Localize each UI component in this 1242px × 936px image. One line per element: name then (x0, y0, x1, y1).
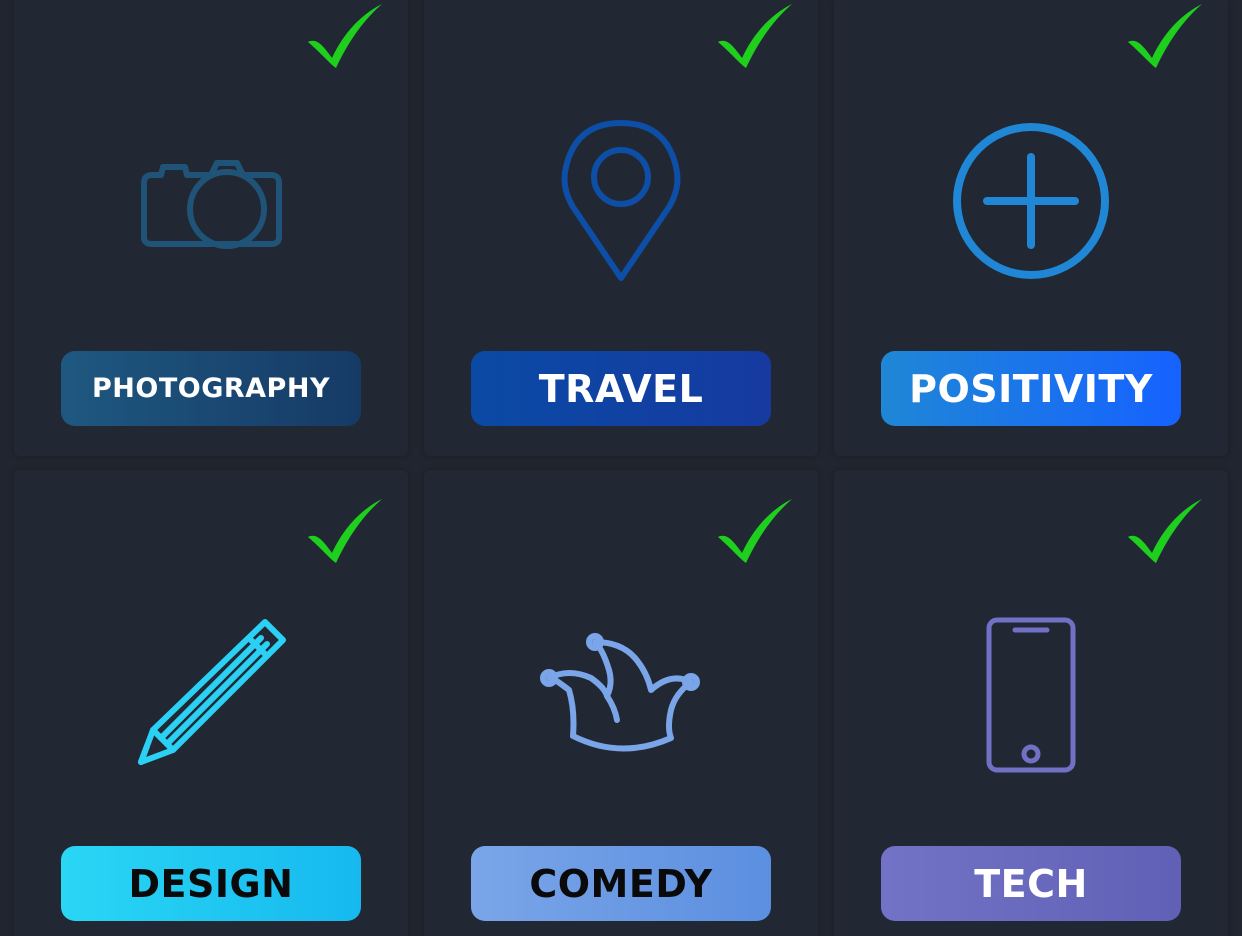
checkmark-icon (308, 4, 382, 68)
camera-icon (141, 160, 282, 249)
category-card-photography[interactable]: PHOTOGRAPHY (14, 0, 408, 456)
category-card-comedy[interactable]: COMEDY (424, 470, 818, 936)
category-label: TECH (881, 846, 1181, 921)
category-grid: PHOTOGRAPHY TRAVEL POSITIVITY DESIGN COM… (0, 0, 1242, 936)
checkmark-icon (308, 499, 382, 563)
pencil-icon (138, 619, 286, 765)
checkmark-icon (1128, 499, 1202, 563)
category-card-travel[interactable]: TRAVEL (424, 0, 818, 456)
category-label: POSITIVITY (881, 351, 1181, 426)
category-label: TRAVEL (471, 351, 771, 426)
map-pin-icon (561, 120, 681, 281)
category-card-tech[interactable]: TECH (834, 470, 1228, 936)
category-label: PHOTOGRAPHY (61, 351, 361, 426)
checkmark-icon (718, 4, 792, 68)
smartphone-icon (986, 617, 1076, 773)
category-label: COMEDY (471, 846, 771, 921)
category-label: DESIGN (61, 846, 361, 921)
jester-hat-icon (540, 633, 700, 752)
category-card-positivity[interactable]: POSITIVITY (834, 0, 1228, 456)
category-card-design[interactable]: DESIGN (14, 470, 408, 936)
checkmark-icon (1128, 4, 1202, 68)
checkmark-icon (718, 499, 792, 563)
plus-circle-icon (953, 123, 1109, 279)
